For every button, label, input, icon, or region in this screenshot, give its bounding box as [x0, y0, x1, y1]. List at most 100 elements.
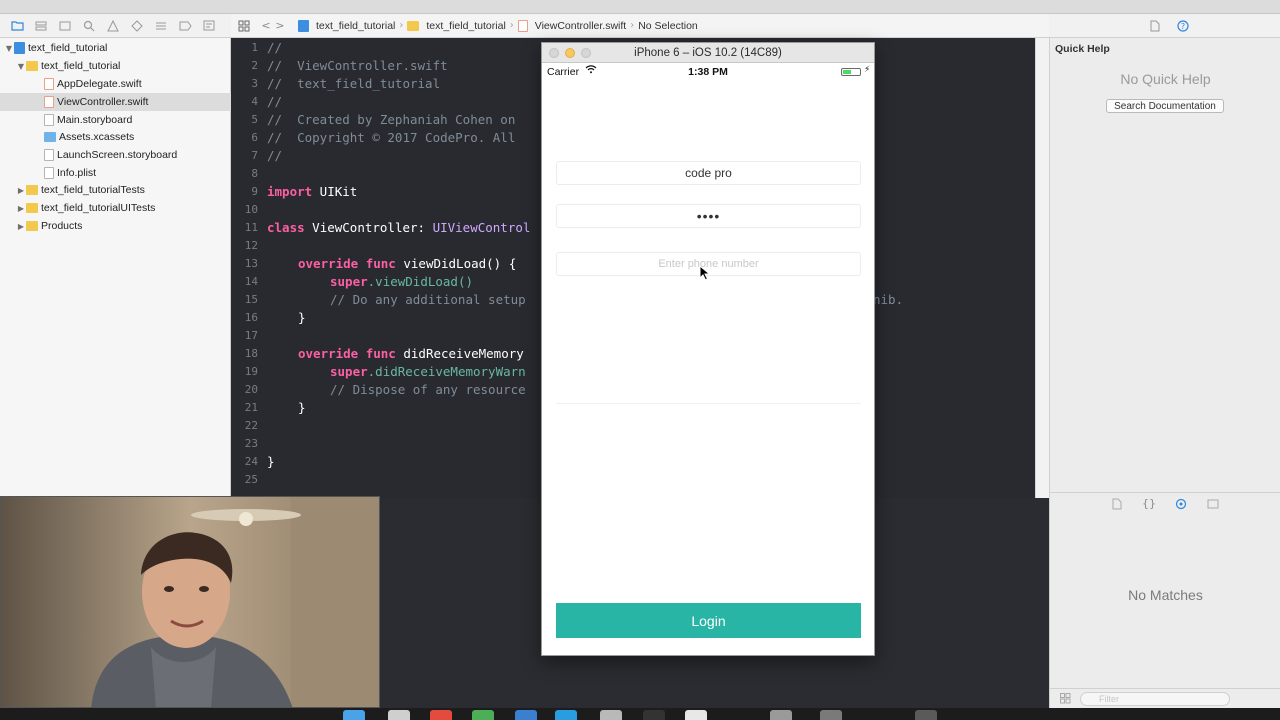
- editor-scrollbar[interactable]: [1035, 38, 1049, 498]
- disclosure-closed-icon[interactable]: ▶: [16, 222, 26, 231]
- code-comment: //: [267, 148, 283, 163]
- file-template-icon[interactable]: [1110, 497, 1124, 511]
- grid-view-icon[interactable]: [1058, 692, 1072, 706]
- line-number: 12: [244, 239, 258, 252]
- tree-item-label: Assets.xcassets: [59, 131, 135, 143]
- window-toolbar: [0, 0, 1280, 14]
- dock-app-icon[interactable]: [915, 710, 937, 720]
- disclosure-closed-icon[interactable]: ▶: [16, 186, 26, 195]
- dock-app-icon[interactable]: [643, 710, 665, 720]
- minimize-icon[interactable]: [565, 48, 575, 58]
- breadcrumb-project[interactable]: text_field_tutorial: [295, 19, 398, 32]
- debug-icon[interactable]: [154, 19, 168, 33]
- code-snippet-icon[interactable]: {}: [1142, 497, 1156, 511]
- tree-item-group[interactable]: ▼ text_field_tutorial: [0, 57, 231, 75]
- code-line-memorywarning: override func didReceiveMemory: [298, 346, 524, 361]
- close-icon[interactable]: [549, 48, 559, 58]
- line-number: 16: [244, 311, 258, 324]
- folder-icon: [407, 20, 420, 31]
- dock-app-icon[interactable]: [555, 710, 577, 720]
- breadcrumb-symbol[interactable]: No Selection: [635, 20, 701, 32]
- forward-arrow-icon[interactable]: >: [273, 19, 287, 33]
- code-comment: // Do any additional setup: [330, 292, 526, 307]
- tree-item-file[interactable]: Info.plist: [0, 164, 231, 182]
- dock-app-icon[interactable]: [820, 710, 842, 720]
- breakpoint-icon[interactable]: [178, 19, 192, 33]
- svg-text:?: ?: [1181, 22, 1185, 31]
- code-brace: }: [298, 310, 306, 325]
- library-filter-bar: Filter: [1049, 688, 1280, 708]
- tree-item-file-selected[interactable]: ViewController.swift: [0, 93, 231, 111]
- breadcrumb-file[interactable]: ViewController.swift: [515, 19, 629, 32]
- code-comment: // Dispose of any resource: [330, 382, 526, 397]
- dock-app-icon[interactable]: [430, 710, 452, 720]
- tree-item-label: Main.storyboard: [57, 114, 133, 126]
- disclosure-closed-icon[interactable]: ▶: [16, 204, 26, 213]
- report-icon[interactable]: [202, 19, 216, 33]
- object-library: No Matches: [1049, 514, 1280, 688]
- test-diamond-icon[interactable]: [130, 19, 144, 33]
- code-text: ViewController:: [304, 220, 433, 235]
- code-text: viewDidLoad() {: [395, 256, 517, 271]
- folder-navigator-icon[interactable]: [10, 19, 24, 33]
- breadcrumb-label: text_field_tutorial: [316, 19, 396, 32]
- line-number: 17: [244, 329, 258, 342]
- tree-item-file[interactable]: LaunchScreen.storyboard: [0, 146, 231, 164]
- code-type: UIViewControl: [432, 220, 531, 235]
- dock-app-icon[interactable]: [685, 710, 707, 720]
- code-keyword: override func: [298, 346, 396, 361]
- disclosure-open-icon[interactable]: ▼: [16, 62, 26, 71]
- related-items-icon[interactable]: [237, 19, 251, 33]
- dock-app-icon[interactable]: [515, 710, 537, 720]
- line-number: 19: [244, 365, 258, 378]
- battery-level-fill: [843, 70, 851, 74]
- tree-item-project[interactable]: ▼ text_field_tutorial: [0, 39, 231, 57]
- folder-icon: [26, 185, 38, 195]
- presenter-video-image: [1, 497, 379, 707]
- dock-app-icon[interactable]: [388, 710, 410, 720]
- dock-app-icon[interactable]: [472, 710, 494, 720]
- code-text: UIKit: [312, 184, 358, 199]
- dock-app-finder-icon[interactable]: [343, 710, 365, 720]
- simulator-title: iPhone 6 – iOS 10.2 (14C89): [634, 46, 782, 59]
- line-number: 22: [244, 419, 258, 432]
- zoom-icon[interactable]: [581, 48, 591, 58]
- login-button[interactable]: Login: [556, 603, 861, 638]
- tree-item-file[interactable]: Main.storyboard: [0, 111, 231, 129]
- dock-app-icon[interactable]: [600, 710, 622, 720]
- warning-icon[interactable]: [106, 19, 120, 33]
- swift-file-icon: [44, 96, 54, 108]
- back-arrow-icon[interactable]: <: [259, 19, 273, 33]
- tree-item-label: AppDelegate.swift: [57, 78, 142, 90]
- folder-icon: [26, 221, 38, 231]
- tree-item-file[interactable]: Assets.xcassets: [0, 128, 231, 146]
- dock-app-icon[interactable]: [770, 710, 792, 720]
- line-number: 25: [244, 473, 258, 486]
- tree-item-group[interactable]: ▶ Products: [0, 217, 231, 235]
- password-text-field[interactable]: ••••: [556, 204, 861, 228]
- project-icon: [14, 42, 25, 54]
- swift-file-icon: [517, 19, 528, 32]
- quick-help-icon[interactable]: ?: [1176, 19, 1190, 33]
- tree-item-file[interactable]: AppDelegate.swift: [0, 75, 231, 93]
- status-time: 1:38 PM: [688, 66, 728, 78]
- file-inspector-icon[interactable]: [1148, 19, 1162, 33]
- line-number: 13: [244, 257, 258, 270]
- search-documentation-button[interactable]: Search Documentation: [1106, 99, 1224, 113]
- source-control-icon[interactable]: [34, 19, 48, 33]
- tree-item-label: Products: [41, 220, 83, 232]
- media-library-icon[interactable]: [1206, 497, 1220, 511]
- search-icon[interactable]: [82, 19, 96, 33]
- storyboard-file-icon: [44, 114, 54, 126]
- breadcrumb-group[interactable]: text_field_tutorial: [404, 20, 508, 32]
- tree-item-group[interactable]: ▶ text_field_tutorialUITests: [0, 199, 231, 217]
- filter-input[interactable]: Filter: [1080, 691, 1230, 706]
- code-line-import: import UIKit: [267, 184, 357, 199]
- username-text-field[interactable]: code pro: [556, 161, 861, 185]
- content-area: [556, 403, 861, 595]
- line-number: 24: [244, 455, 258, 468]
- disclosure-open-icon[interactable]: ▼: [4, 44, 14, 53]
- symbol-navigator-icon[interactable]: [58, 19, 72, 33]
- tree-item-group[interactable]: ▶ text_field_tutorialTests: [0, 181, 231, 199]
- object-library-icon[interactable]: [1174, 497, 1188, 511]
